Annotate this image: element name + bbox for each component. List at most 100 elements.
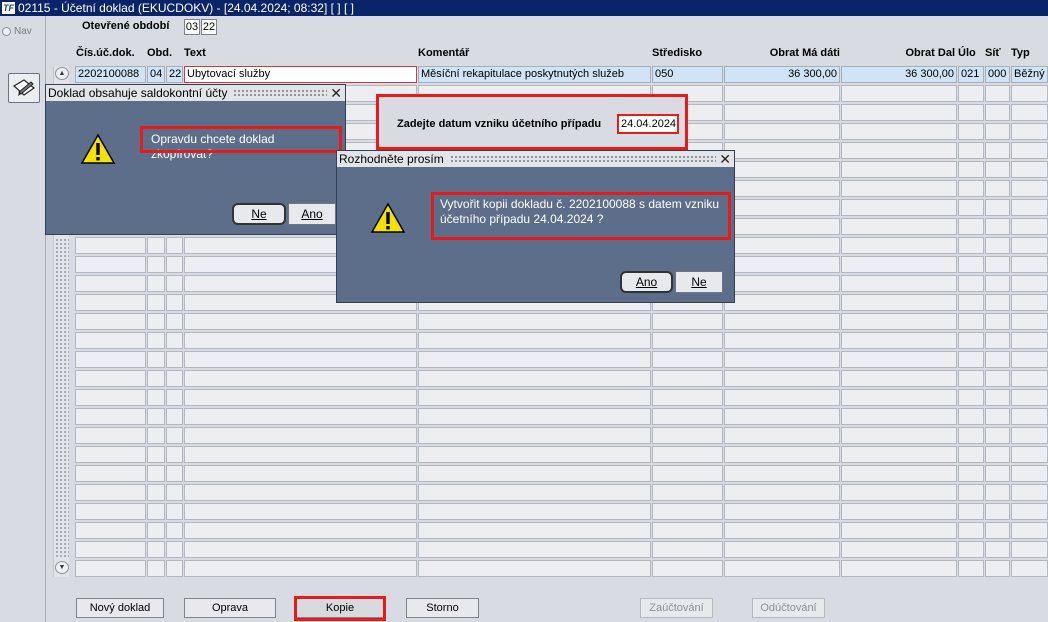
table-cell[interactable] — [652, 313, 723, 330]
scroll-up-icon[interactable]: ▲ — [55, 67, 69, 80]
table-cell[interactable] — [841, 85, 957, 102]
table-cell[interactable] — [1011, 541, 1048, 558]
table-cell[interactable] — [958, 522, 984, 539]
date-input[interactable]: 24.04.2024 — [617, 114, 679, 134]
table-cell[interactable] — [724, 522, 840, 539]
table-cell[interactable] — [1011, 104, 1048, 121]
table-cell[interactable] — [1011, 142, 1048, 159]
table-cell[interactable] — [166, 275, 183, 292]
table-cell[interactable] — [147, 370, 165, 387]
table-cell[interactable] — [418, 313, 651, 330]
table-cell[interactable] — [166, 256, 183, 273]
table-cell[interactable] — [958, 408, 984, 425]
scroll-thumb[interactable] — [55, 238, 69, 558]
table-cell[interactable] — [75, 503, 146, 520]
table-cell[interactable] — [724, 465, 840, 482]
table-cell[interactable] — [147, 503, 165, 520]
table-cell[interactable] — [958, 370, 984, 387]
table-cell[interactable] — [147, 427, 165, 444]
table-cell[interactable] — [841, 389, 957, 406]
scroll-down-icon[interactable]: ▼ — [55, 561, 69, 574]
cell-net[interactable]: 000 — [985, 66, 1010, 83]
table-cell[interactable] — [841, 351, 957, 368]
table-cell[interactable] — [841, 446, 957, 463]
table-cell[interactable] — [184, 332, 417, 349]
table-cell[interactable] — [724, 161, 840, 178]
table-cell[interactable] — [418, 446, 651, 463]
table-cell[interactable] — [985, 408, 1010, 425]
cell-task[interactable]: 021 — [958, 66, 984, 83]
table-cell[interactable] — [75, 275, 146, 292]
table-cell[interactable] — [958, 180, 984, 197]
table-cell[interactable] — [985, 351, 1010, 368]
table-cell[interactable] — [1011, 123, 1048, 140]
table-cell[interactable] — [652, 503, 723, 520]
table-cell[interactable] — [166, 237, 183, 254]
table-cell[interactable] — [75, 484, 146, 501]
table-cell[interactable] — [985, 465, 1010, 482]
table-cell[interactable] — [958, 541, 984, 558]
table-cell[interactable] — [985, 199, 1010, 216]
table-cell[interactable] — [75, 408, 146, 425]
table-cell[interactable] — [75, 389, 146, 406]
table-cell[interactable] — [166, 408, 183, 425]
table-cell[interactable] — [985, 560, 1010, 577]
table-cell[interactable] — [1011, 522, 1048, 539]
table-cell[interactable] — [958, 218, 984, 235]
nav-toggle[interactable]: Nav — [2, 26, 32, 37]
table-cell[interactable] — [652, 427, 723, 444]
cell-debit[interactable]: 36 300,00 — [724, 66, 840, 83]
table-cell[interactable] — [652, 370, 723, 387]
table-cell[interactable] — [841, 522, 957, 539]
table-cell[interactable] — [724, 484, 840, 501]
table-cell[interactable] — [652, 351, 723, 368]
table-cell[interactable] — [724, 560, 840, 577]
table-cell[interactable] — [958, 237, 984, 254]
table-cell[interactable] — [1011, 465, 1048, 482]
table-cell[interactable] — [724, 85, 840, 102]
dialog-saldo-yes-button[interactable]: Ano — [288, 203, 336, 225]
table-cell[interactable] — [958, 275, 984, 292]
table-cell[interactable] — [724, 408, 840, 425]
table-cell[interactable] — [1011, 237, 1048, 254]
table-cell[interactable] — [147, 560, 165, 577]
table-cell[interactable] — [958, 389, 984, 406]
table-cell[interactable] — [166, 446, 183, 463]
table-cell[interactable] — [841, 503, 957, 520]
table-cell[interactable] — [75, 465, 146, 482]
post-button[interactable]: Zaúčtování — [640, 598, 713, 618]
table-cell[interactable] — [724, 370, 840, 387]
table-cell[interactable] — [958, 161, 984, 178]
table-cell[interactable] — [147, 408, 165, 425]
table-cell[interactable] — [724, 104, 840, 121]
table-cell[interactable] — [985, 275, 1010, 292]
table-cell[interactable] — [958, 313, 984, 330]
table-cell[interactable] — [985, 237, 1010, 254]
table-cell[interactable] — [841, 465, 957, 482]
table-cell[interactable] — [652, 522, 723, 539]
table-cell[interactable] — [985, 389, 1010, 406]
table-cell[interactable] — [724, 237, 840, 254]
table-cell[interactable] — [147, 237, 165, 254]
table-cell[interactable] — [841, 541, 957, 558]
table-cell[interactable] — [841, 104, 957, 121]
table-cell[interactable] — [958, 484, 984, 501]
table-cell[interactable] — [166, 370, 183, 387]
table-cell[interactable] — [652, 541, 723, 558]
table-cell[interactable] — [841, 275, 957, 292]
table-cell[interactable] — [75, 332, 146, 349]
table-cell[interactable] — [724, 313, 840, 330]
table-cell[interactable] — [184, 522, 417, 539]
table-cell[interactable] — [147, 389, 165, 406]
table-cell[interactable] — [724, 427, 840, 444]
table-cell[interactable] — [724, 389, 840, 406]
table-cell[interactable] — [184, 370, 417, 387]
dialog-decide-no-button[interactable]: Ne — [675, 271, 723, 293]
table-cell[interactable] — [184, 465, 417, 482]
table-cell[interactable] — [985, 522, 1010, 539]
table-cell[interactable] — [985, 85, 1010, 102]
table-cell[interactable] — [75, 427, 146, 444]
table-cell[interactable] — [985, 446, 1010, 463]
table-cell[interactable] — [841, 199, 957, 216]
table-cell[interactable] — [1011, 180, 1048, 197]
